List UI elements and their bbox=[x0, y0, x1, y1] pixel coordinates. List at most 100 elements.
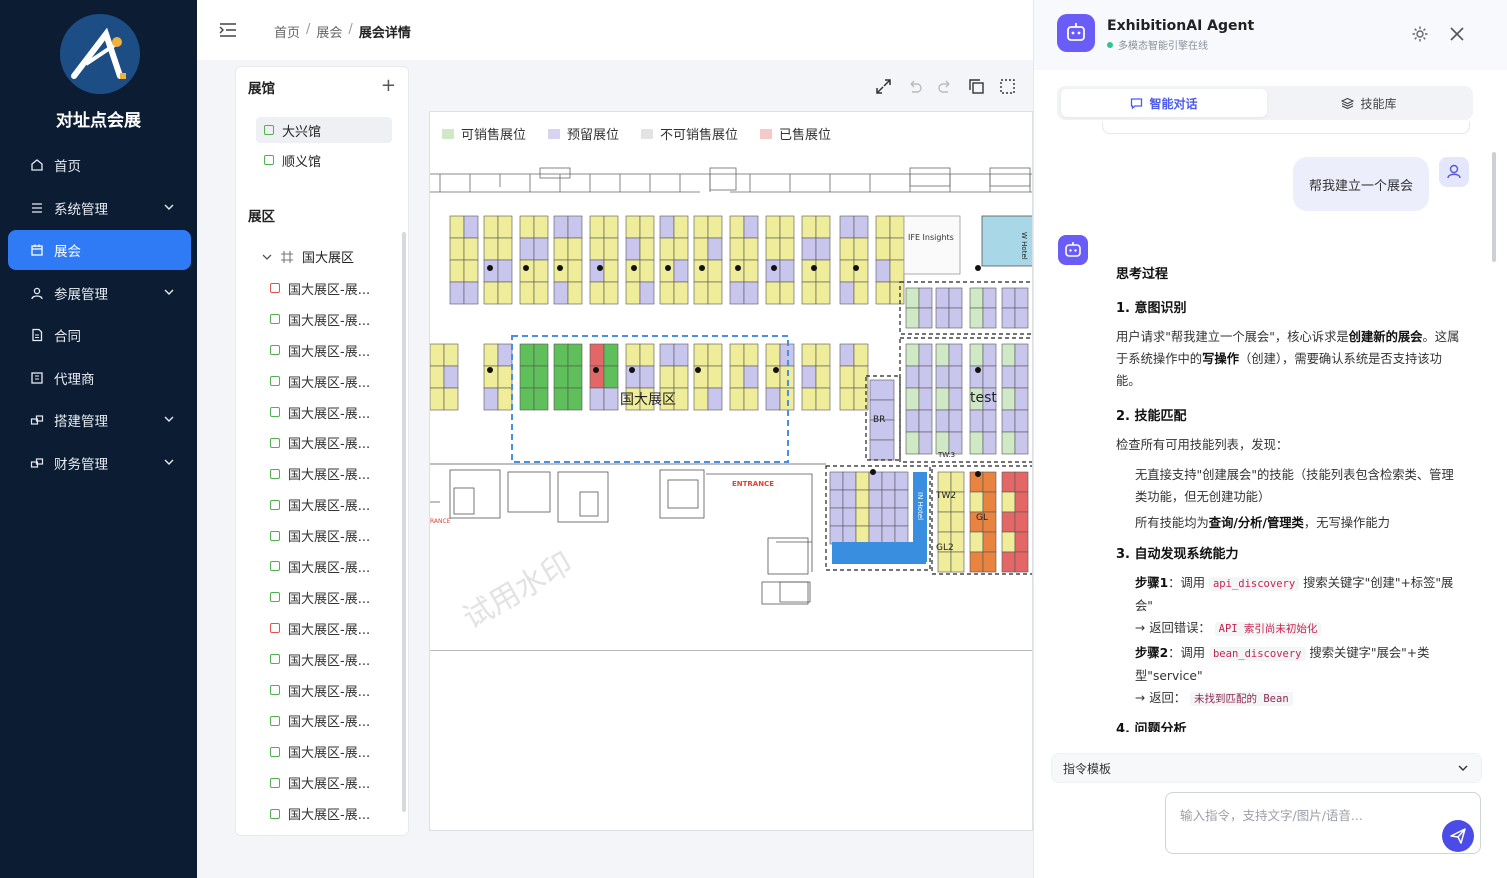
booth bbox=[519, 237, 535, 261]
booth bbox=[743, 237, 759, 261]
user-icon bbox=[1447, 164, 1461, 179]
booth bbox=[729, 281, 745, 305]
link-icon bbox=[30, 457, 44, 468]
booth bbox=[729, 259, 745, 283]
booth bbox=[935, 409, 950, 433]
menu-item-exhibition[interactable]: 展会 bbox=[8, 230, 191, 270]
zone-item[interactable]: 国大展区-展... bbox=[270, 582, 370, 613]
zone-item[interactable]: 国大展区-展... bbox=[270, 705, 370, 736]
gear-icon[interactable] bbox=[1411, 25, 1429, 43]
svg-text:W Hotel: W Hotel bbox=[1020, 232, 1028, 260]
booth bbox=[603, 237, 619, 261]
status-square-icon bbox=[270, 808, 280, 819]
chevron-down-icon bbox=[164, 416, 174, 422]
app-logo[interactable] bbox=[60, 14, 140, 94]
menu-item-exhibitors[interactable]: 参展管理 bbox=[8, 273, 191, 313]
ai-agent-panel: ExhibitionAI Agent 多模态智能引擎在线 智能对话 技能库 帮我… bbox=[1033, 0, 1507, 878]
booth bbox=[1014, 287, 1029, 309]
command-template-select[interactable]: 指令模板 bbox=[1051, 753, 1482, 783]
breadcrumb-home[interactable]: 首页 bbox=[274, 22, 300, 41]
scrollbar[interactable] bbox=[1492, 152, 1496, 262]
booth bbox=[519, 281, 535, 305]
zone-label: 国大展区-展... bbox=[288, 777, 371, 793]
booth bbox=[497, 259, 513, 283]
brand-name: 对址点会展 bbox=[56, 111, 141, 131]
zone-tree-root[interactable]: 国大展区 bbox=[262, 247, 354, 266]
booth bbox=[567, 281, 583, 305]
zone-item[interactable]: 国大展区-展... bbox=[270, 736, 370, 767]
menu-fold-icon[interactable] bbox=[219, 22, 237, 38]
zone-item[interactable]: 国大展区-展... bbox=[270, 366, 370, 397]
copy-icon[interactable] bbox=[968, 78, 985, 95]
document-icon bbox=[32, 328, 43, 342]
booth bbox=[894, 471, 909, 491]
hall-item[interactable]: 大兴馆 bbox=[256, 117, 392, 143]
zone-item[interactable]: 国大展区-展... bbox=[270, 551, 370, 582]
booth bbox=[875, 259, 891, 283]
halls-title: 展馆 bbox=[248, 81, 275, 97]
zone-item[interactable]: 国大展区-展... bbox=[270, 520, 370, 551]
scrollbar[interactable] bbox=[402, 232, 406, 812]
booth bbox=[533, 343, 549, 367]
close-icon[interactable] bbox=[1449, 26, 1465, 42]
booth bbox=[918, 365, 933, 389]
booth bbox=[905, 387, 920, 411]
zone-item[interactable]: 国大展区-展... bbox=[270, 675, 370, 706]
zone-item[interactable]: 国大展区-展... bbox=[270, 458, 370, 489]
select-box-icon[interactable] bbox=[999, 78, 1016, 95]
zone-item[interactable]: 国大展区-展... bbox=[270, 613, 370, 644]
zone-item[interactable]: 国大展区-展... bbox=[270, 767, 370, 798]
zone-item[interactable]: 国大展区-展... bbox=[270, 304, 370, 335]
booth bbox=[673, 281, 689, 305]
menu-item-system[interactable]: 系统管理 bbox=[8, 188, 191, 228]
booth bbox=[693, 281, 709, 305]
breadcrumb-exhibition[interactable]: 展会 bbox=[316, 22, 342, 41]
booth bbox=[948, 307, 963, 329]
booth bbox=[743, 281, 759, 305]
hall-item[interactable]: 顺义馆 bbox=[256, 147, 392, 173]
menu-item-contract[interactable]: 合同 bbox=[8, 315, 191, 355]
tab-chat[interactable]: 智能对话 bbox=[1061, 89, 1267, 117]
send-button[interactable] bbox=[1442, 820, 1474, 852]
zone-item[interactable]: 国大展区-展... bbox=[270, 273, 370, 304]
status-square-icon bbox=[270, 746, 280, 757]
booth bbox=[567, 215, 583, 239]
fullscreen-icon[interactable] bbox=[875, 78, 892, 95]
zone-label: 国大展区-展... bbox=[288, 715, 371, 731]
floor-plan-canvas[interactable]: 可销售展位 预留展位 不可销售展位 已售展位 IFE Insights ENTR… bbox=[429, 111, 1033, 831]
status-square-icon bbox=[270, 623, 280, 634]
zone-item[interactable]: 国大展区-展... bbox=[270, 798, 370, 829]
booth bbox=[842, 525, 857, 545]
zone-item[interactable]: 国大展区-展... bbox=[270, 335, 370, 366]
redo-icon[interactable] bbox=[937, 78, 954, 95]
zone-item[interactable]: 国大展区-展... bbox=[270, 489, 370, 520]
menu-item-home[interactable]: 首页 bbox=[8, 145, 191, 185]
booth bbox=[743, 387, 759, 411]
add-hall-button[interactable]: + bbox=[381, 75, 396, 96]
booth bbox=[918, 409, 933, 433]
zone-item[interactable]: 国大展区-展... bbox=[270, 427, 370, 458]
status-square-icon bbox=[270, 283, 280, 294]
booth bbox=[779, 237, 795, 261]
command-input[interactable]: 输入指令，支持文字/图片/语音... bbox=[1165, 792, 1481, 854]
tab-skills[interactable]: 技能库 bbox=[1269, 89, 1469, 117]
svg-text:TW2: TW2 bbox=[935, 491, 956, 501]
booth bbox=[935, 365, 950, 389]
menu-item-finance[interactable]: 财务管理 bbox=[8, 443, 191, 483]
booth bbox=[483, 343, 499, 367]
booth bbox=[567, 365, 583, 389]
booth bbox=[982, 365, 997, 389]
breadcrumb-separator: / bbox=[306, 22, 311, 37]
floor-plan-drawing: IFE Insights ENTRANCE RANCE BR TW.3 TW2 … bbox=[430, 167, 1032, 636]
building-icon bbox=[31, 371, 43, 384]
zone-item[interactable]: 国大展区-展... bbox=[270, 644, 370, 675]
menu-item-build[interactable]: 搭建管理 bbox=[8, 400, 191, 440]
undo-icon[interactable] bbox=[906, 78, 923, 95]
booth bbox=[589, 343, 605, 367]
chevron-down-icon[interactable] bbox=[262, 252, 272, 262]
booth bbox=[982, 431, 997, 455]
zone-item[interactable]: 国大展区-展... bbox=[270, 397, 370, 428]
status-square-icon bbox=[270, 314, 280, 325]
chevron-down-icon bbox=[1458, 765, 1468, 771]
menu-item-agent[interactable]: 代理商 bbox=[8, 358, 191, 398]
